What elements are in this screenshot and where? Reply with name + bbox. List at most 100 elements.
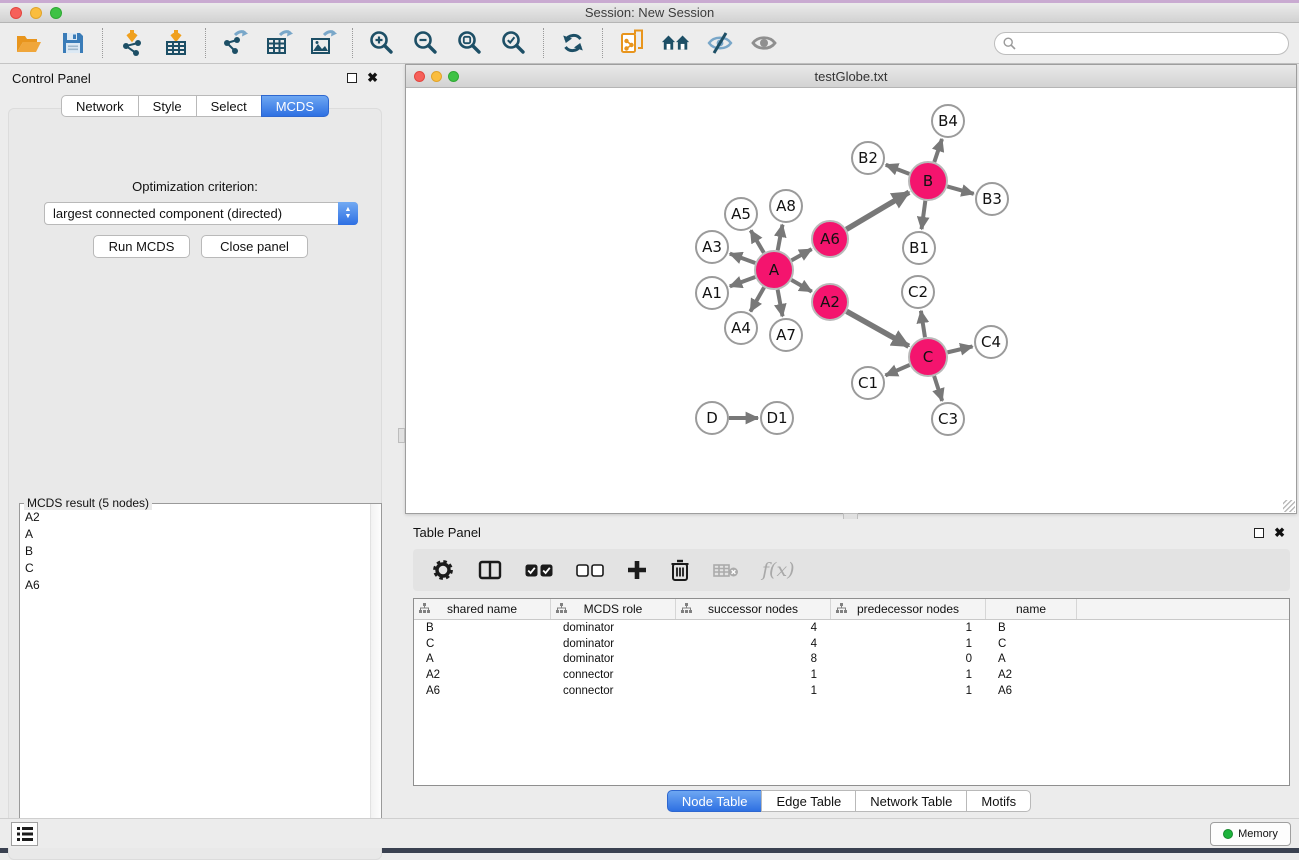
table-row[interactable]: Adominator80A bbox=[414, 651, 1289, 667]
function-builder-icon[interactable]: f(x) bbox=[762, 555, 795, 585]
tab-network[interactable]: Network bbox=[61, 95, 139, 117]
edge-A-A4[interactable] bbox=[750, 287, 764, 311]
task-history-button[interactable] bbox=[11, 822, 38, 846]
result-item[interactable]: A2 bbox=[21, 508, 369, 525]
add-icon[interactable] bbox=[627, 555, 647, 585]
split-panel-icon[interactable] bbox=[478, 555, 502, 585]
float-panel-icon[interactable] bbox=[347, 73, 357, 83]
delete-table-icon[interactable] bbox=[713, 555, 739, 585]
edge-C-C1[interactable] bbox=[885, 365, 909, 375]
table-row[interactable]: A6connector11A6 bbox=[414, 683, 1289, 699]
edge-A-A5[interactable] bbox=[751, 230, 764, 252]
edge-C-C2[interactable] bbox=[921, 311, 925, 337]
gear-icon[interactable] bbox=[431, 555, 455, 585]
edge-C-C3[interactable] bbox=[934, 376, 942, 401]
table-cell[interactable]: dominator bbox=[551, 622, 676, 634]
table-cell[interactable]: 1 bbox=[831, 622, 986, 634]
deselect-all-icon[interactable] bbox=[576, 555, 604, 585]
table-cell[interactable]: 8 bbox=[676, 653, 831, 665]
column-header-name[interactable]: name bbox=[986, 599, 1077, 619]
table-cell[interactable]: A6 bbox=[986, 685, 1077, 697]
tab-select[interactable]: Select bbox=[196, 95, 262, 117]
search-input[interactable] bbox=[994, 32, 1289, 55]
table-cell[interactable]: B bbox=[986, 622, 1077, 634]
edge-A6-B[interactable] bbox=[846, 192, 909, 229]
import-table-icon[interactable] bbox=[161, 28, 191, 58]
table-cell[interactable]: 1 bbox=[831, 638, 986, 650]
edge-A-A1[interactable] bbox=[730, 277, 755, 286]
column-header-MCDS-role[interactable]: MCDS role bbox=[551, 599, 676, 619]
tab-mcds[interactable]: MCDS bbox=[261, 95, 329, 117]
edge-B-B4[interactable] bbox=[934, 139, 942, 162]
network-titlebar[interactable]: testGlobe.txt bbox=[406, 65, 1296, 88]
edge-A-A8[interactable] bbox=[778, 225, 783, 251]
panel-divider-handle[interactable] bbox=[398, 428, 405, 443]
table-cell[interactable]: C bbox=[986, 638, 1077, 650]
import-network-icon[interactable] bbox=[117, 28, 147, 58]
table-cell[interactable]: 1 bbox=[831, 669, 986, 681]
result-scrollbar[interactable] bbox=[370, 504, 381, 839]
table-cell[interactable]: connector bbox=[551, 669, 676, 681]
zoom-out-icon[interactable] bbox=[411, 28, 441, 58]
close-panel-icon[interactable]: ✖ bbox=[367, 73, 378, 83]
hide-selection-icon[interactable] bbox=[705, 28, 735, 58]
table-cell[interactable]: 0 bbox=[831, 653, 986, 665]
close-panel-button[interactable]: Close panel bbox=[201, 235, 308, 258]
result-item[interactable]: B bbox=[21, 542, 369, 559]
optimization-criterion-select[interactable]: largest connected component (directed) ▲… bbox=[44, 202, 358, 225]
result-item[interactable]: A6 bbox=[21, 576, 369, 593]
tab-node-table[interactable]: Node Table bbox=[667, 790, 763, 812]
table-row[interactable]: Cdominator41C bbox=[414, 636, 1289, 652]
edge-C-C4[interactable] bbox=[947, 346, 972, 352]
trash-icon[interactable] bbox=[670, 555, 690, 585]
run-mcds-button[interactable]: Run MCDS bbox=[93, 235, 190, 258]
resize-grip[interactable] bbox=[1283, 500, 1295, 512]
tab-motifs[interactable]: Motifs bbox=[966, 790, 1031, 812]
table-cell[interactable]: A2 bbox=[986, 669, 1077, 681]
open-file-icon[interactable] bbox=[14, 28, 44, 58]
node-table[interactable]: shared nameMCDS rolesuccessor nodesprede… bbox=[413, 598, 1290, 786]
table-cell[interactable]: connector bbox=[551, 685, 676, 697]
show-all-icon[interactable] bbox=[749, 28, 779, 58]
first-neighbors-icon[interactable] bbox=[661, 28, 691, 58]
edge-A2-C[interactable] bbox=[847, 311, 909, 346]
edge-A-A3[interactable] bbox=[730, 254, 755, 263]
select-all-icon[interactable] bbox=[525, 555, 553, 585]
export-table-icon[interactable] bbox=[264, 28, 294, 58]
table-cell[interactable]: 1 bbox=[831, 685, 986, 697]
close-table-panel-icon[interactable]: ✖ bbox=[1274, 528, 1285, 538]
column-header-predecessor-nodes[interactable]: predecessor nodes bbox=[831, 599, 986, 619]
edge-B-B1[interactable] bbox=[922, 201, 926, 229]
table-cell[interactable]: A6 bbox=[414, 685, 551, 697]
result-item[interactable]: C bbox=[21, 559, 369, 576]
new-network-from-selection-icon[interactable] bbox=[617, 28, 647, 58]
table-cell[interactable]: C bbox=[414, 638, 551, 650]
float-table-panel-icon[interactable] bbox=[1254, 528, 1264, 538]
edge-A-A6[interactable] bbox=[791, 249, 811, 260]
edge-B-B3[interactable] bbox=[947, 186, 973, 193]
tab-edge-table[interactable]: Edge Table bbox=[761, 790, 856, 812]
table-row[interactable]: Bdominator41B bbox=[414, 620, 1289, 636]
table-cell[interactable]: 4 bbox=[676, 622, 831, 634]
export-image-icon[interactable] bbox=[308, 28, 338, 58]
table-cell[interactable]: dominator bbox=[551, 653, 676, 665]
result-item[interactable]: A bbox=[21, 525, 369, 542]
table-cell[interactable]: A bbox=[414, 653, 551, 665]
table-cell[interactable]: B bbox=[414, 622, 551, 634]
table-row[interactable]: A2connector11A2 bbox=[414, 667, 1289, 683]
column-header-shared-name[interactable]: shared name bbox=[414, 599, 551, 619]
table-cell[interactable]: 1 bbox=[676, 685, 831, 697]
edge-B-B2[interactable] bbox=[886, 165, 910, 174]
zoom-in-icon[interactable] bbox=[367, 28, 397, 58]
table-cell[interactable]: A2 bbox=[414, 669, 551, 681]
export-network-icon[interactable] bbox=[220, 28, 250, 58]
table-cell[interactable]: 1 bbox=[676, 669, 831, 681]
tab-style[interactable]: Style bbox=[138, 95, 197, 117]
edge-A-A7[interactable] bbox=[778, 290, 783, 317]
memory-button[interactable]: Memory bbox=[1210, 822, 1291, 846]
tab-network-table[interactable]: Network Table bbox=[855, 790, 967, 812]
column-header-successor-nodes[interactable]: successor nodes bbox=[676, 599, 831, 619]
refresh-icon[interactable] bbox=[558, 28, 588, 58]
network-canvas[interactable]: AA1A2A3A4A5A6A7A8BB1B2B3B4CC1C2C3C4DD1 bbox=[406, 88, 1296, 513]
save-session-icon[interactable] bbox=[58, 28, 88, 58]
